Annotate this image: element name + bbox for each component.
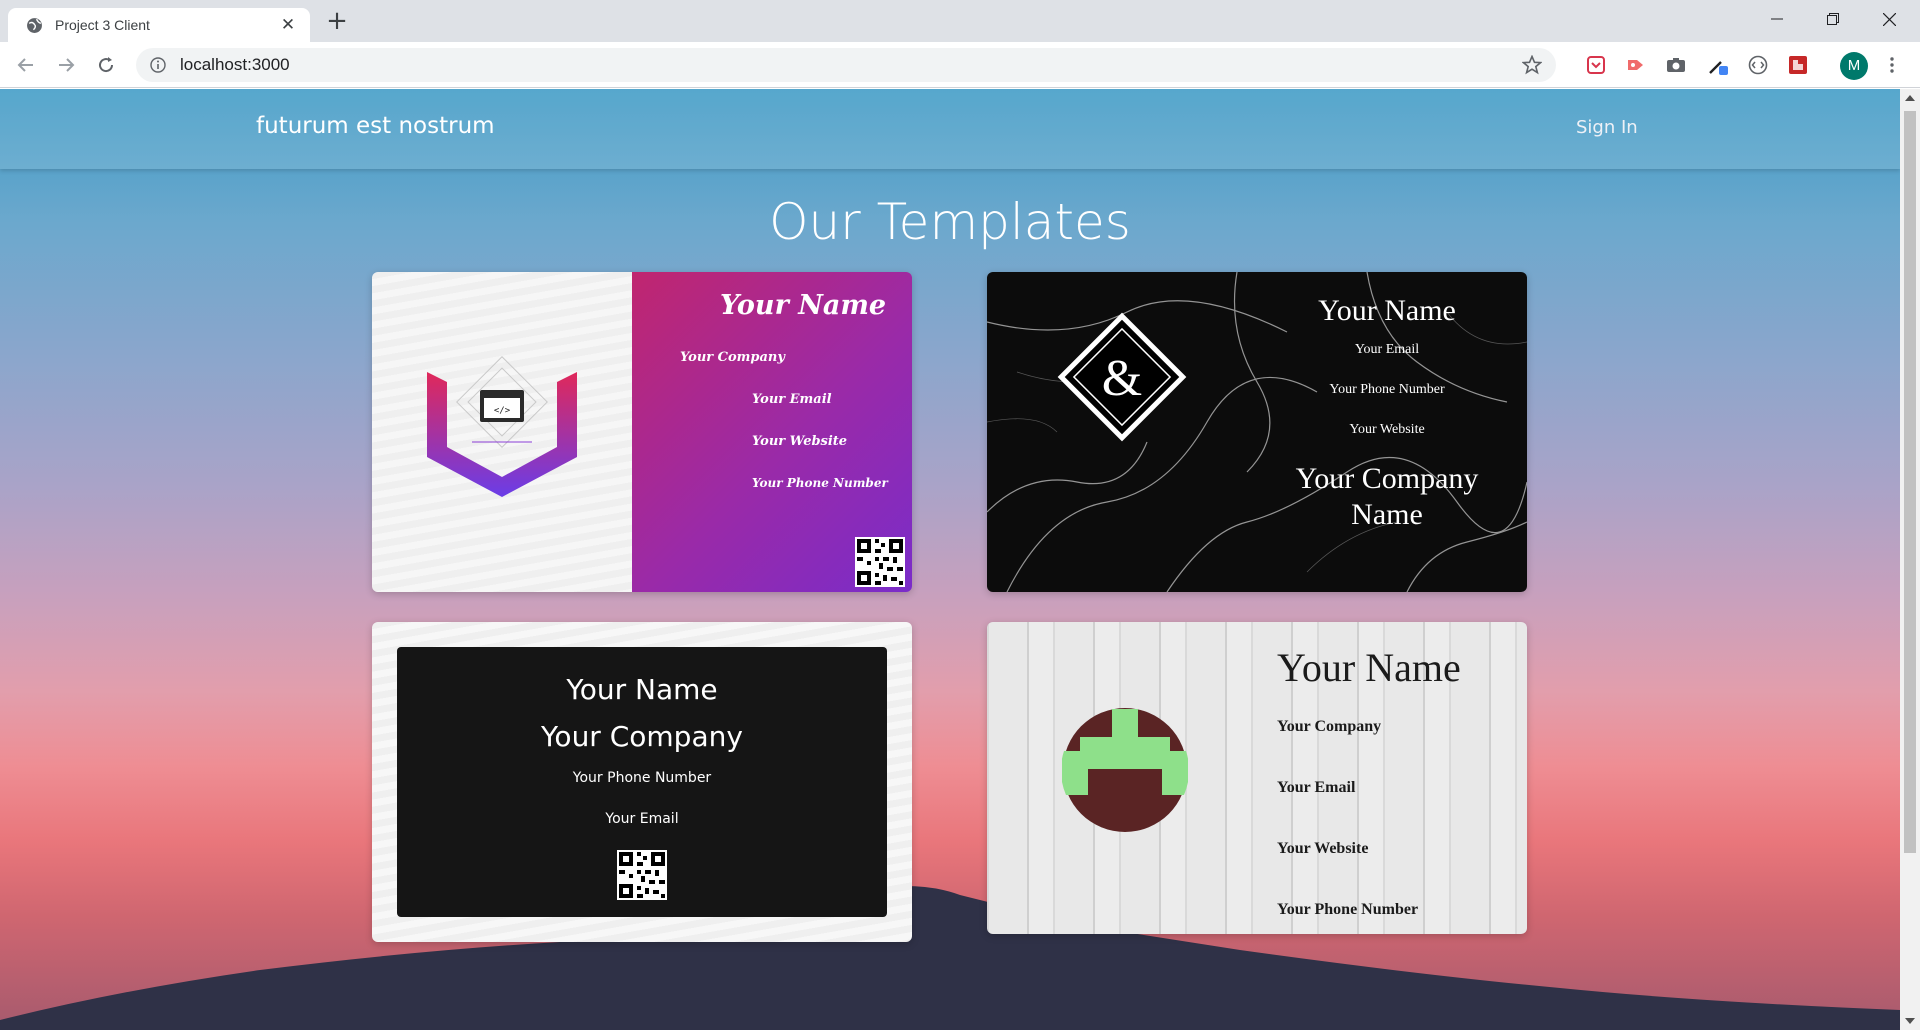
bookmark-star-icon[interactable] xyxy=(1522,55,1542,75)
page-viewport: futurum est nostrum Sign In Our Template… xyxy=(0,89,1900,1030)
more-menu-icon[interactable] xyxy=(1880,53,1904,77)
url-text: localhost:3000 xyxy=(180,55,290,74)
address-bar[interactable]: localhost:3000 xyxy=(136,48,1556,82)
vertical-scrollbar[interactable] xyxy=(1900,89,1920,1030)
card-phone: Your Phone Number xyxy=(752,476,888,490)
card-email: Your Email xyxy=(752,392,832,407)
forward-button[interactable] xyxy=(50,49,82,81)
svg-text:</>: </> xyxy=(494,406,511,416)
profile-avatar[interactable]: M xyxy=(1840,52,1868,80)
tab-strip: Project 3 Client ✕ + xyxy=(0,0,1920,42)
card-company-line1: Your Company xyxy=(1295,462,1479,495)
card-email: Your Email xyxy=(605,811,679,827)
ampersand-logo: & xyxy=(1057,312,1187,442)
card-email: Your Email xyxy=(1277,779,1356,796)
template-card-2[interactable]: & Your Name Your Email Your Phone Number… xyxy=(987,272,1527,592)
browser-toolbar: localhost:3000 xyxy=(0,42,1920,88)
card-website: Your Website xyxy=(1277,840,1369,857)
camera-extension-icon[interactable] xyxy=(1664,53,1688,77)
pocket-extension-icon[interactable] xyxy=(1584,53,1608,77)
browser-tab[interactable]: Project 3 Client ✕ xyxy=(8,8,310,42)
card-company: Your Company xyxy=(680,350,785,365)
card-website: Your Website xyxy=(752,434,848,449)
card-name: Your Name xyxy=(1277,645,1461,690)
scroll-down-arrow-icon[interactable] xyxy=(1905,1018,1915,1024)
developer-logo-icon: </> xyxy=(427,356,577,497)
scroll-thumb[interactable] xyxy=(1904,111,1916,853)
back-button[interactable] xyxy=(10,49,42,81)
arrow-right-icon xyxy=(59,58,75,72)
close-tab-icon[interactable]: ✕ xyxy=(278,15,298,35)
qr-code-icon xyxy=(855,537,905,587)
screen-record-extension-icon[interactable] xyxy=(1624,53,1648,77)
card-logo-panel: </> xyxy=(372,272,632,592)
card-company: Your Company xyxy=(541,720,743,753)
minimize-icon xyxy=(1771,18,1783,20)
reload-button[interactable] xyxy=(90,49,122,81)
arrow-left-icon xyxy=(17,58,33,72)
new-tab-button[interactable]: + xyxy=(322,6,352,36)
template-card-3[interactable]: Your Name Your Company Your Phone Number… xyxy=(372,622,912,942)
restore-button[interactable] xyxy=(1806,0,1860,38)
code-extension-icon[interactable] xyxy=(1746,53,1770,77)
outlet-logo-icon xyxy=(1062,708,1188,832)
mountain-silhouette xyxy=(0,886,1900,1030)
restore-icon xyxy=(1827,13,1839,25)
brand-logo[interactable]: futurum est nostrum xyxy=(256,113,495,139)
page-title: Our Templates xyxy=(769,193,1131,251)
eyedropper-extension-icon[interactable] xyxy=(1706,53,1730,77)
card-phone: Your Phone Number xyxy=(572,770,712,786)
card-phone: Your Phone Number xyxy=(1277,901,1419,918)
card-name: Your Name xyxy=(720,290,887,321)
scroll-up-arrow-icon[interactable] xyxy=(1905,95,1915,101)
card-name: Your Name xyxy=(1318,294,1456,327)
globe-icon xyxy=(27,17,42,33)
card-website: Your Website xyxy=(1349,422,1425,437)
tab-title: Project 3 Client xyxy=(55,17,150,33)
card-company-line2: Name xyxy=(1351,498,1423,531)
template-card-1[interactable]: </> Your Name Your Company Your Email Yo… xyxy=(372,272,912,592)
sign-in-link[interactable]: Sign In xyxy=(1576,117,1638,138)
close-icon xyxy=(1882,12,1896,26)
site-navbar: futurum est nostrum Sign In xyxy=(0,89,1900,169)
reload-icon xyxy=(99,57,114,73)
card-name: Your Name xyxy=(566,673,718,706)
card-company: Your Company xyxy=(1277,718,1382,735)
ampersand-glyph: & xyxy=(1102,350,1142,407)
card-phone: Your Phone Number xyxy=(1329,382,1445,397)
minimize-button[interactable] xyxy=(1750,0,1804,38)
dark-card-face: Your Name Your Company Your Phone Number… xyxy=(397,647,887,917)
info-icon xyxy=(150,57,166,73)
template-card-4[interactable]: Your Name Your Company Your Email Your W… xyxy=(987,622,1527,934)
qr-code-icon xyxy=(617,850,667,900)
close-window-button[interactable] xyxy=(1862,0,1916,38)
card-info-panel: Your Name Your Company Your Email Your W… xyxy=(632,272,912,592)
card-email: Your Email xyxy=(1354,342,1420,357)
puzzle-extension-icon[interactable] xyxy=(1786,53,1810,77)
